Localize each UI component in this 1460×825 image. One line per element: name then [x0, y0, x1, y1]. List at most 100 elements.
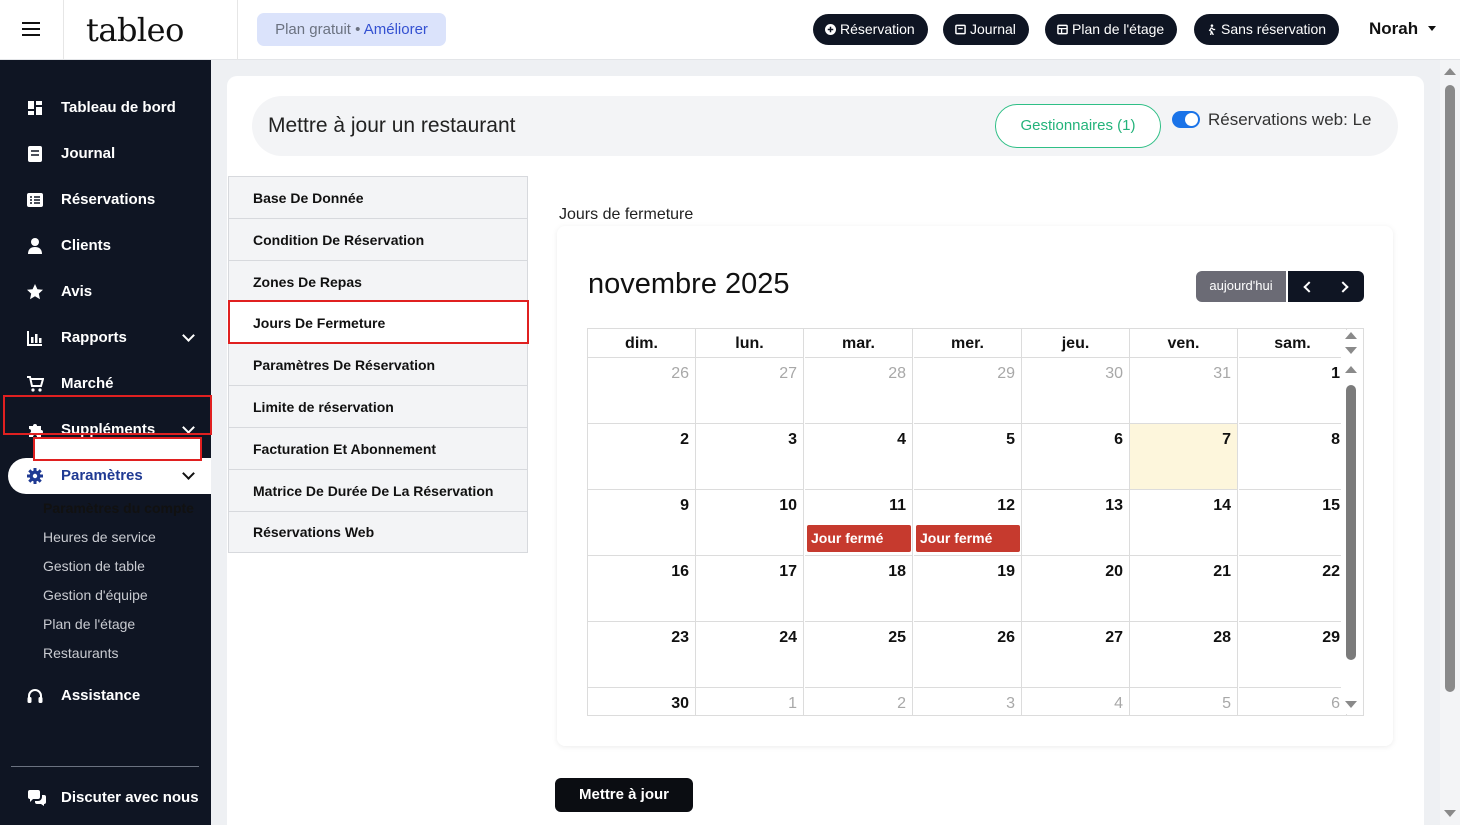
calendar-day-cell[interactable]: 18: [805, 556, 913, 622]
calendar-day-cell[interactable]: 21: [1130, 556, 1238, 622]
calendar-day-cell[interactable]: 14: [1130, 490, 1238, 556]
calendar-day-cell[interactable]: 27: [1022, 622, 1130, 688]
subitem-service-hours[interactable]: Heures de service: [43, 529, 156, 545]
calendar-day-cell[interactable]: 24: [696, 622, 804, 688]
settings-menu-item[interactable]: Condition De Réservation: [229, 219, 527, 261]
weekday-header: mar.: [805, 329, 913, 358]
page-scrollbar[interactable]: [1440, 60, 1460, 825]
tableo-logo[interactable]: tableo: [86, 11, 184, 49]
calendar-day-cell[interactable]: 13: [1022, 490, 1130, 556]
settings-menu-item[interactable]: Limite de réservation: [229, 386, 527, 428]
settings-menu-item[interactable]: Zones De Repas: [229, 261, 527, 303]
scroll-down-icon[interactable]: [1444, 810, 1456, 817]
floor-plan-button[interactable]: Plan de l'étage: [1045, 14, 1178, 45]
scroll-up-icon[interactable]: [1345, 366, 1357, 373]
prev-month-button[interactable]: [1288, 271, 1326, 302]
calendar-day-cell[interactable]: 5: [914, 424, 1022, 490]
sidebar-item-reservations[interactable]: Réservations: [0, 180, 211, 220]
day-number: 19: [997, 563, 1015, 580]
calendar-day-cell[interactable]: 12 Jour fermé: [914, 490, 1022, 556]
list-icon: [27, 193, 43, 207]
calendar-day-cell[interactable]: 6: [1022, 424, 1130, 490]
day-number: 29: [1322, 629, 1340, 646]
settings-menu-item[interactable]: Matrice De Durée De La Réservation: [229, 470, 527, 512]
calendar-day-cell[interactable]: 5: [1130, 688, 1238, 715]
calendar-day-cell[interactable]: 26: [914, 622, 1022, 688]
settings-menu-item[interactable]: Paramètres De Réservation: [229, 344, 527, 386]
subitem-floor-plan[interactable]: Plan de l'étage: [43, 616, 135, 632]
settings-menu-item[interactable]: Base De Donnée: [229, 177, 527, 219]
sidebar-item-dashboard[interactable]: Tableau de bord: [0, 88, 211, 128]
journal-button[interactable]: Journal: [943, 14, 1029, 45]
sidebar-item-clients[interactable]: Clients: [0, 226, 211, 266]
calendar-day-cell[interactable]: 10: [696, 490, 804, 556]
subitem-table-management[interactable]: Gestion de table: [43, 558, 145, 574]
chat-with-us[interactable]: Discuter avec nous: [0, 778, 211, 818]
calendar-day-cell[interactable]: 16: [588, 556, 696, 622]
calendar-day-cell[interactable]: 25: [805, 622, 913, 688]
user-menu[interactable]: Norah: [1369, 19, 1437, 39]
calendar-day-cell[interactable]: 1: [696, 688, 804, 715]
calendar-day-cell[interactable]: 7: [1130, 424, 1238, 490]
calendar-day-cell[interactable]: 15: [1239, 490, 1347, 556]
scroll-down-icon[interactable]: [1345, 701, 1357, 708]
managers-button[interactable]: Gestionnaires (1): [995, 104, 1161, 148]
calendar-day-cell[interactable]: 29: [1239, 622, 1347, 688]
day-number: 31: [1213, 365, 1231, 382]
scrollbar-thumb[interactable]: [1346, 385, 1356, 660]
calendar-day-cell[interactable]: 11 Jour fermé: [805, 490, 913, 556]
calendar-day-cell[interactable]: 22: [1239, 556, 1347, 622]
calendar-day-cell[interactable]: 26: [588, 358, 696, 424]
subitem-restaurants[interactable]: Restaurants: [43, 645, 118, 661]
calendar-day-cell[interactable]: 3: [914, 688, 1022, 715]
sidebar-item-reports[interactable]: Rapports: [0, 318, 211, 358]
calendar-day-cell[interactable]: 30: [588, 688, 696, 715]
calendar-day-cell[interactable]: 29: [914, 358, 1022, 424]
calendar-day-cell[interactable]: 20: [1022, 556, 1130, 622]
scroll-up-icon[interactable]: [1444, 68, 1456, 75]
star-icon: [27, 284, 43, 300]
calendar-day-cell[interactable]: 2: [588, 424, 696, 490]
today-button[interactable]: aujourd'hui: [1196, 271, 1286, 302]
scroll-down-icon[interactable]: [1345, 347, 1357, 354]
sidebar-item-assistance[interactable]: Assistance: [0, 676, 211, 716]
calendar-day-cell[interactable]: 4: [805, 424, 913, 490]
calendar-day-cell[interactable]: 8: [1239, 424, 1347, 490]
walk-in-button[interactable]: Sans réservation: [1194, 14, 1340, 45]
day-number: 17: [779, 563, 797, 580]
calendar-day-cell[interactable]: 28: [805, 358, 913, 424]
scroll-up-icon[interactable]: [1345, 332, 1357, 339]
scrollbar-thumb[interactable]: [1445, 85, 1455, 692]
new-reservation-button[interactable]: Réservation: [813, 14, 928, 45]
settings-menu-item[interactable]: Facturation Et Abonnement: [229, 428, 527, 470]
calendar-day-cell[interactable]: 19: [914, 556, 1022, 622]
calendar-day-cell[interactable]: 3: [696, 424, 804, 490]
subitem-team-management[interactable]: Gestion d'équipe: [43, 587, 148, 603]
closed-day-event[interactable]: Jour fermé: [807, 525, 911, 552]
calendar-grid: dim. lun. mar. mer. jeu. ven. sam. 26 27 28 29 30 31…: [587, 328, 1364, 716]
subitem-account-settings[interactable]: Paramètres du compte: [43, 500, 194, 516]
calendar-day-cell[interactable]: 9: [588, 490, 696, 556]
calendar-day-cell[interactable]: 17: [696, 556, 804, 622]
user-name: Norah: [1369, 19, 1419, 38]
closed-day-event[interactable]: Jour fermé: [916, 525, 1020, 552]
sidebar-item-settings[interactable]: Paramètres: [0, 456, 211, 496]
hamburger-menu-icon[interactable]: [22, 22, 40, 36]
calendar-scrollbar[interactable]: [1341, 330, 1362, 714]
next-month-button[interactable]: [1326, 271, 1364, 302]
web-reservations-toggle[interactable]: [1172, 111, 1200, 128]
calendar-day-cell[interactable]: 1: [1239, 358, 1347, 424]
calendar-day-cell[interactable]: 23: [588, 622, 696, 688]
settings-menu-item[interactable]: Réservations Web: [229, 511, 527, 553]
calendar-day-cell[interactable]: 6: [1239, 688, 1347, 715]
calendar-day-cell[interactable]: 30: [1022, 358, 1130, 424]
sidebar-item-journal[interactable]: Journal: [0, 134, 211, 174]
calendar-day-cell[interactable]: 28: [1130, 622, 1238, 688]
sidebar-item-reviews[interactable]: Avis: [0, 272, 211, 312]
update-button[interactable]: Mettre à jour: [555, 778, 693, 812]
calendar-day-cell[interactable]: 31: [1130, 358, 1238, 424]
upgrade-link[interactable]: Améliorer: [364, 21, 428, 38]
calendar-day-cell[interactable]: 4: [1022, 688, 1130, 715]
calendar-day-cell[interactable]: 2: [805, 688, 913, 715]
calendar-day-cell[interactable]: 27: [696, 358, 804, 424]
